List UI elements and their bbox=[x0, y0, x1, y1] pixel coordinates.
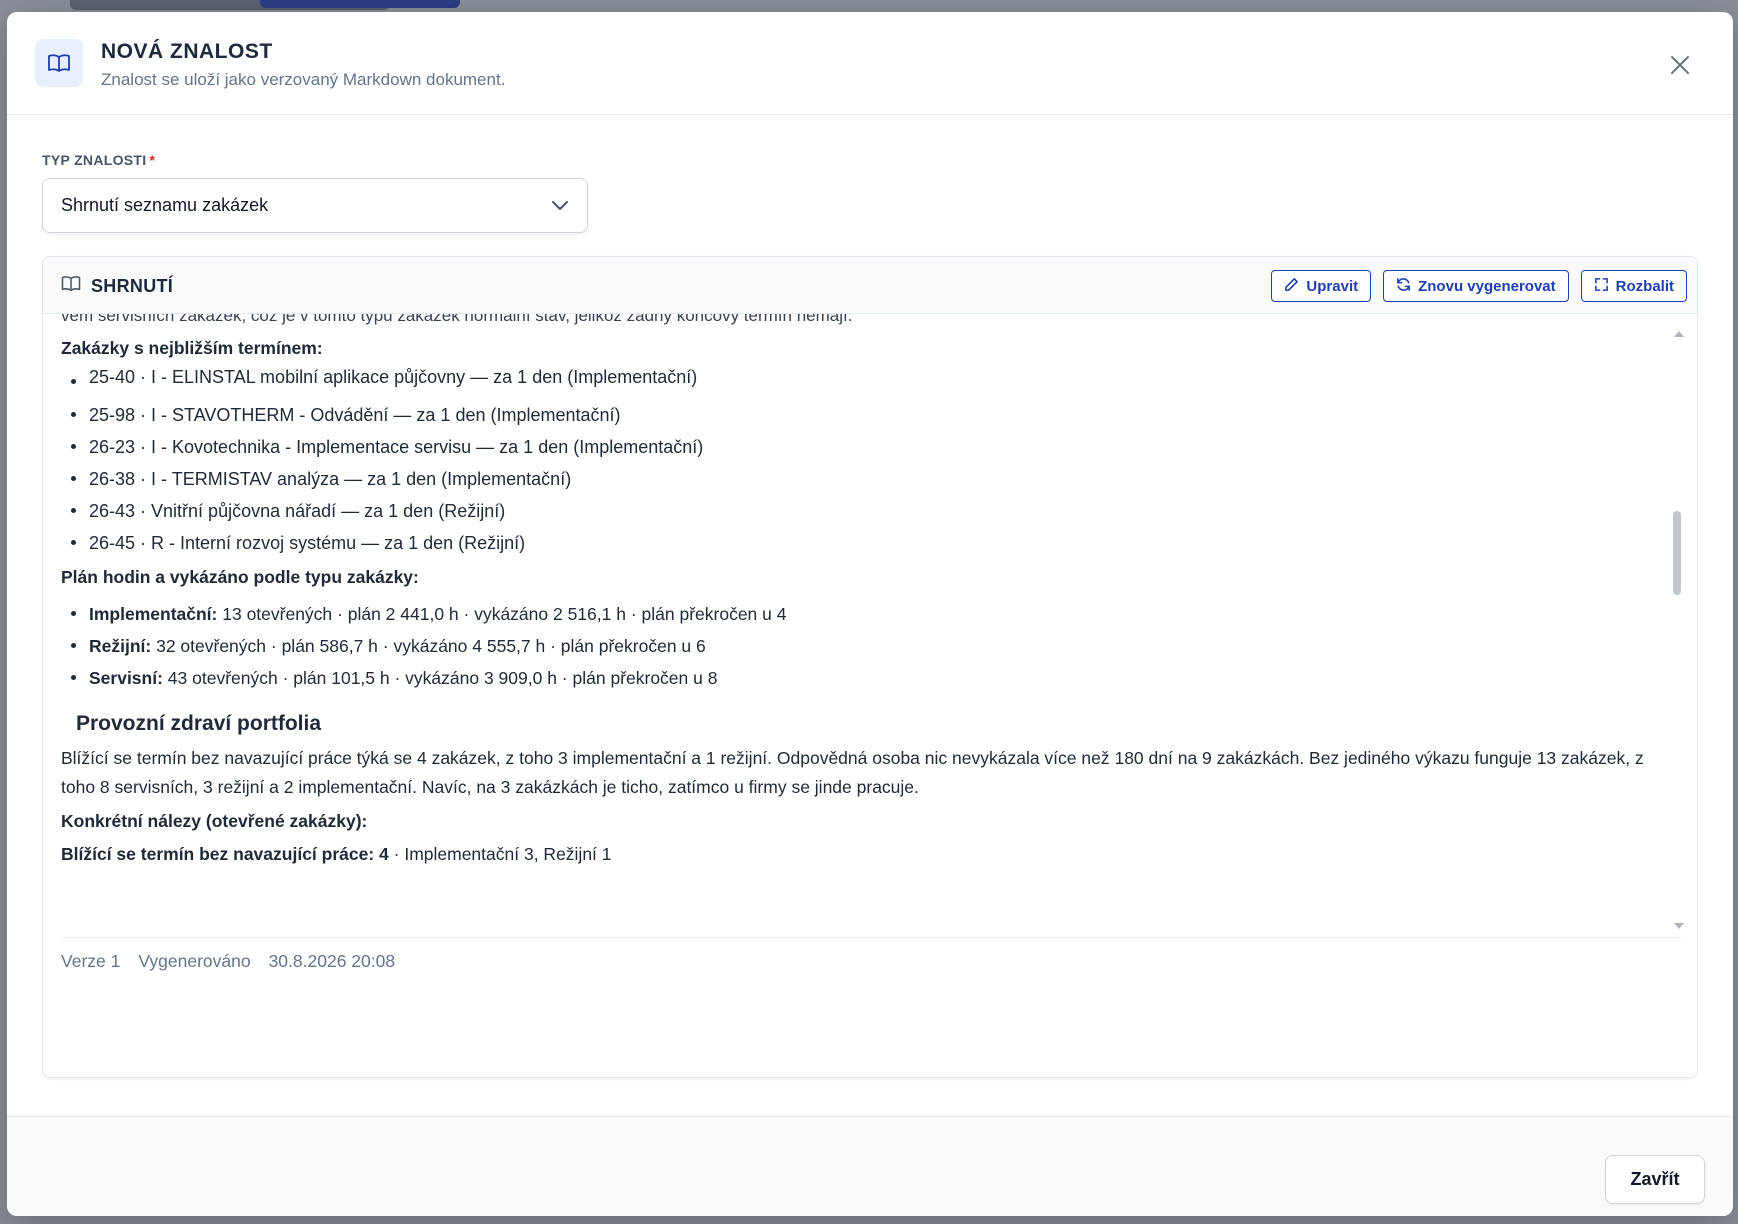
knowledge-type-select[interactable]: Shrnutí seznamu zakázek bbox=[42, 178, 588, 233]
pencil-icon bbox=[1284, 277, 1299, 296]
list-item: Implementační: 13 otevřených · plán 2 44… bbox=[61, 600, 1661, 632]
regenerate-button[interactable]: Znovu vygenerovat bbox=[1383, 270, 1569, 302]
summary-title: SHRNUTÍ bbox=[61, 275, 173, 297]
expand-button-label: Rozbalit bbox=[1615, 277, 1674, 295]
summary-title-text: SHRNUTÍ bbox=[91, 275, 174, 296]
backdrop-accent bbox=[260, 0, 460, 8]
modal-title: NOVÁ ZNALOST bbox=[101, 40, 273, 63]
knowledge-type-label: TYP ZNALOSTI * bbox=[42, 152, 155, 168]
list-item: 25-98 · I - STAVOTHERM - Odvádění — za 1… bbox=[61, 401, 1661, 433]
regenerate-button-label: Znovu vygenerovat bbox=[1418, 277, 1556, 295]
knowledge-type-value: Shrnutí seznamu zakázek bbox=[61, 195, 269, 215]
plan-heading: Plán hodin a vykázáno podle typu zakázky… bbox=[61, 567, 419, 587]
summary-meta: Verze 1 Vygenerováno 30.8.2026 20:08 bbox=[61, 937, 1681, 972]
new-knowledge-modal: NOVÁ ZNALOST Znalost se uloží jako verzo… bbox=[7, 12, 1733, 1216]
summary-panel-header: SHRNUTÍ Upravit Znovu vygenerovat Rozbal… bbox=[43, 257, 1697, 314]
close-button[interactable]: Zavřít bbox=[1605, 1155, 1705, 1204]
summary-scrollbar[interactable] bbox=[1673, 329, 1684, 929]
backdrop-app-bar bbox=[70, 0, 460, 10]
list-item: 26-45 · R - Interní rozvoj systému — za … bbox=[61, 529, 1661, 561]
plan-type-label: Servisní: bbox=[89, 668, 163, 688]
list-item: 25-40 · I - ELINSTAL mobilní aplikace pů… bbox=[61, 363, 1661, 401]
scroll-down-arrow-icon[interactable] bbox=[1674, 923, 1684, 929]
list-item: Režijní: 32 otevřených · plán 586,7 h · … bbox=[61, 632, 1661, 664]
summary-actions: Upravit Znovu vygenerovat Rozbalit bbox=[1271, 270, 1687, 302]
required-mark: * bbox=[149, 152, 156, 168]
summary-panel: SHRNUTÍ Upravit Znovu vygenerovat Rozbal… bbox=[42, 256, 1698, 1078]
nearest-deadline-list: 25-40 · I - ELINSTAL mobilní aplikace pů… bbox=[61, 363, 1661, 561]
plan-type-label: Implementační: bbox=[89, 604, 218, 624]
findings-heading: Konkrétní nálezy (otevřené zakázky): bbox=[61, 811, 368, 831]
expand-icon bbox=[1594, 277, 1609, 296]
edit-button-label: Upravit bbox=[1306, 277, 1359, 295]
plan-list: Implementační: 13 otevřených · plán 2 44… bbox=[61, 600, 1661, 696]
finding-text: · Implementační 3, Režijní 1 bbox=[388, 844, 612, 864]
summary-content[interactable]: vem servisních zakázek, což je v tomto t… bbox=[43, 314, 1679, 918]
finding-label: Blížící se termín bez navazující práce: … bbox=[61, 844, 389, 864]
refresh-icon bbox=[1396, 277, 1411, 296]
nearest-deadline-heading: Zakázky s nejbližším termínem: bbox=[61, 338, 323, 358]
truncated-line: vem servisních zakázek, což je v tomto t… bbox=[61, 314, 853, 325]
modal-footer: Zavřít bbox=[7, 1116, 1733, 1216]
plan-type-text: 13 otevřených · plán 2 441,0 h · vykázán… bbox=[217, 604, 787, 624]
plan-type-text: 43 otevřených · plán 101,5 h · vykázáno … bbox=[162, 668, 718, 688]
plan-type-text: 32 otevřených · plán 586,7 h · vykázáno … bbox=[151, 636, 706, 656]
health-heading: Provozní zdraví portfolia bbox=[76, 712, 322, 735]
list-item: 26-23 · I - Kovotechnika - Implementace … bbox=[61, 433, 1661, 465]
summary-content-inner: vem servisních zakázek, což je v tomto t… bbox=[61, 314, 1661, 869]
version-label: Verze 1 bbox=[61, 951, 121, 971]
book-icon bbox=[35, 39, 83, 87]
scroll-up-arrow-icon[interactable] bbox=[1674, 331, 1684, 337]
knowledge-type-label-text: TYP ZNALOSTI bbox=[42, 152, 147, 168]
plan-type-label: Režijní: bbox=[89, 636, 152, 656]
modal-header: NOVÁ ZNALOST Znalost se uloží jako verzo… bbox=[7, 12, 1733, 115]
list-item: Servisní: 43 otevřených · plán 101,5 h ·… bbox=[61, 664, 1661, 696]
list-item: 26-43 · Vnitřní půjčovna nářadí — za 1 d… bbox=[61, 497, 1661, 529]
scrollbar-thumb[interactable] bbox=[1673, 511, 1681, 595]
generated-label: Vygenerováno bbox=[138, 951, 251, 971]
edit-button[interactable]: Upravit bbox=[1271, 270, 1372, 302]
finding-line: Blížící se termín bez navazující práce: … bbox=[61, 840, 1661, 869]
close-icon[interactable] bbox=[1665, 50, 1695, 80]
book-icon bbox=[61, 275, 81, 297]
list-item: 26-38 · I - TERMISTAV analýza — za 1 den… bbox=[61, 465, 1661, 497]
modal-subtitle: Znalost se uloží jako verzovaný Markdown… bbox=[101, 70, 506, 89]
expand-button[interactable]: Rozbalit bbox=[1580, 270, 1687, 302]
health-paragraph: Blížící se termín bez navazující práce t… bbox=[61, 748, 1644, 797]
generated-timestamp: 30.8.2026 20:08 bbox=[268, 951, 396, 971]
chevron-down-icon bbox=[551, 195, 569, 216]
